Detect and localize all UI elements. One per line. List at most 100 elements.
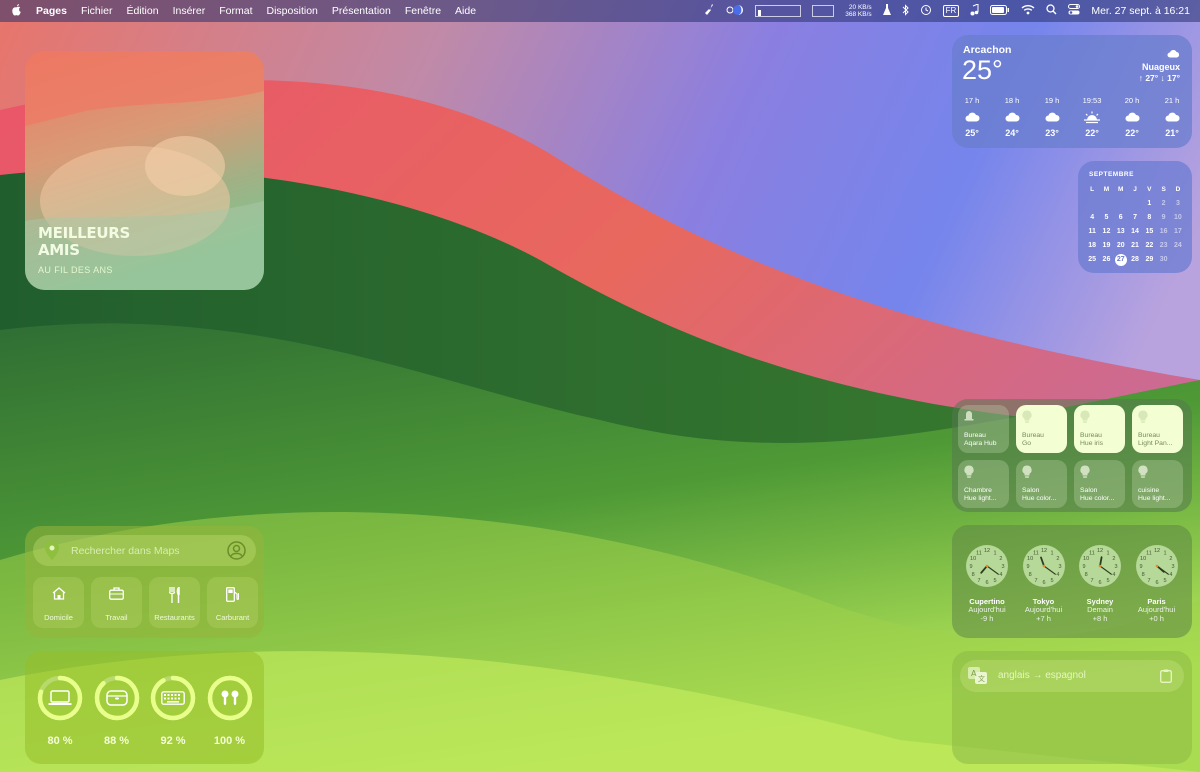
svg-text:4: 4: [1169, 572, 1172, 578]
home-accessory-tile[interactable]: Chambre Hue light...: [958, 460, 1009, 508]
calendar-day[interactable]: 21: [1128, 239, 1142, 253]
svg-text:12: 12: [1153, 548, 1159, 554]
calendar-day[interactable]: 23: [1156, 239, 1170, 253]
calendar-today[interactable]: 27: [1114, 254, 1127, 266]
control-center-icon[interactable]: [1068, 4, 1081, 18]
memory-meter-icon[interactable]: [812, 5, 835, 17]
menu-clock[interactable]: Mer. 27 sept. à 16:21: [1091, 5, 1190, 17]
maps-shortcut-label: Travail: [105, 613, 128, 622]
calendar-day[interactable]: 25: [1085, 253, 1099, 267]
calendar-day[interactable]: 22: [1142, 239, 1156, 253]
calendar-day[interactable]: 28: [1128, 253, 1142, 267]
calendar-day[interactable]: 8: [1142, 211, 1156, 225]
music-note-icon[interactable]: [970, 2, 979, 19]
calendar-day[interactable]: 20: [1114, 239, 1128, 253]
menu-edition[interactable]: Édition: [126, 5, 158, 17]
calendar-day[interactable]: 5: [1099, 211, 1113, 225]
calendar-widget[interactable]: SEPTEMBRE L M M J V S D 1 2 3 4 5 6 7 8 9 10 11 12 13 14 15 16…: [1078, 161, 1192, 273]
calendar-day[interactable]: 13: [1114, 225, 1128, 239]
calendar-day[interactable]: 10: [1171, 211, 1185, 225]
home-accessory-tile[interactable]: Bureau Hue iris: [1074, 405, 1125, 453]
world-clock-item[interactable]: 1 2 3 4 5 6 7 8 9 10 11 12 Tokyo Aujourd'hui +7 h: [1020, 544, 1068, 623]
broom-icon[interactable]: [705, 3, 715, 19]
svg-text:8: 8: [972, 572, 975, 578]
home-accessory-tile[interactable]: Salon Hue color...: [1016, 460, 1067, 508]
wifi-icon[interactable]: [1021, 4, 1035, 18]
calendar-weekday: S: [1161, 186, 1166, 193]
translate-widget[interactable]: A文 anglais → espagnol: [952, 651, 1192, 764]
world-clock-item[interactable]: 1 2 3 4 5 6 7 8 9 10 11 12 Paris Aujourd'hui +0 h: [1133, 544, 1181, 623]
maps-shortcut-button[interactable]: Carburant: [207, 577, 258, 628]
calendar-day[interactable]: 17: [1171, 225, 1185, 239]
calendar-day[interactable]: 15: [1142, 225, 1156, 239]
spotlight-search-icon[interactable]: [1046, 4, 1057, 18]
menu-presentation[interactable]: Présentation: [332, 5, 391, 17]
calendar-day[interactable]: 2: [1156, 197, 1170, 211]
moon-status-icon[interactable]: [726, 4, 744, 19]
calendar-day[interactable]: 19: [1099, 239, 1113, 253]
maps-shortcut-label: Domicile: [44, 613, 73, 622]
world-clock-item[interactable]: 1 2 3 4 5 6 7 8 9 10 11 12 Cupertino Aujourd'hui -9 h: [963, 544, 1011, 623]
home-accessory-tile[interactable]: Bureau Aqara Hub: [958, 405, 1009, 453]
calendar-day[interactable]: 14: [1128, 225, 1142, 239]
maps-shortcut-button[interactable]: Travail: [91, 577, 142, 628]
svg-text:11: 11: [1089, 550, 1095, 556]
maps-shortcut-button[interactable]: Domicile: [33, 577, 84, 628]
menu-format[interactable]: Format: [219, 5, 252, 17]
calendar-day[interactable]: 16: [1156, 225, 1170, 239]
home-accessories-widget[interactable]: Bureau Aqara Hub Bureau Go Bureau Hue iris Bur…: [952, 399, 1192, 512]
world-clock-offset: +7 h: [1036, 613, 1051, 623]
time-machine-icon[interactable]: [920, 4, 932, 19]
weather-widget[interactable]: Arcachon 25° Nuageux ↑ 27° ↓ 17° 17 h 25°…: [952, 35, 1192, 148]
batteries-widget[interactable]: 80 % 88 % 92 % 100 %: [25, 651, 264, 764]
menu-fichier[interactable]: Fichier: [81, 5, 113, 17]
maps-widget[interactable]: Rechercher dans Maps Domicile Travail Rest…: [25, 526, 264, 638]
account-icon[interactable]: [227, 541, 246, 565]
calendar-day[interactable]: 4: [1085, 211, 1099, 225]
svg-text:8: 8: [1028, 572, 1031, 578]
calendar-day[interactable]: 18: [1085, 239, 1099, 253]
home-accessory-tile[interactable]: Bureau Light Pan...: [1132, 405, 1183, 453]
calendar-day[interactable]: 29: [1142, 253, 1156, 267]
clipboard-icon[interactable]: [1160, 669, 1172, 688]
calendar-day[interactable]: 3: [1171, 197, 1185, 211]
calendar-day[interactable]: 1: [1142, 197, 1156, 211]
world-clock-widget[interactable]: 1 2 3 4 5 6 7 8 9 10 11 12 Cupertino Aujourd'hui -9 h1…: [952, 525, 1192, 638]
photos-widget[interactable]: MEILLEURS AMIS AU FIL DES ANS: [25, 51, 264, 290]
home-accessory-tile[interactable]: Salon Hue color...: [1074, 460, 1125, 508]
svg-text:1: 1: [1050, 550, 1053, 556]
svg-text:文: 文: [978, 674, 985, 683]
maps-shortcut-button[interactable]: Restaurants: [149, 577, 200, 628]
apple-icon[interactable]: [12, 3, 22, 19]
cpu-meter-icon[interactable]: [755, 5, 802, 17]
calendar-day[interactable]: 24: [1171, 239, 1185, 253]
battery-icon[interactable]: [990, 4, 1010, 18]
airpods-icon: [205, 673, 255, 723]
calendar-day[interactable]: 26: [1099, 253, 1113, 267]
menu-aide[interactable]: Aide: [455, 5, 476, 17]
calendar-day[interactable]: 12: [1099, 225, 1113, 239]
cloud-icon: [952, 107, 992, 127]
network-speed[interactable]: 20 KB/s 368 KB/s: [845, 4, 871, 18]
photo-title: MEILLEURS AMIS: [38, 224, 130, 259]
flask-icon[interactable]: [882, 3, 891, 19]
menu-app-name[interactable]: Pages: [36, 5, 67, 17]
calendar-day[interactable]: 6: [1114, 211, 1128, 225]
calendar-day[interactable]: 7: [1128, 211, 1142, 225]
world-clock-item[interactable]: 1 2 3 4 5 6 7 8 9 10 11 12 Sydney Demain +8 h: [1076, 544, 1124, 623]
menu-inserer[interactable]: Insérer: [173, 5, 206, 17]
bluetooth-icon[interactable]: [902, 3, 909, 19]
battery-level-ring: [35, 673, 85, 728]
translate-bar[interactable]: A文 anglais → espagnol: [960, 660, 1184, 692]
calendar-day[interactable]: 11: [1085, 225, 1099, 239]
calendar-day[interactable]: 9: [1156, 211, 1170, 225]
cloud-icon: [1167, 45, 1180, 63]
calendar-day[interactable]: 30: [1156, 253, 1170, 267]
maps-search-input[interactable]: Rechercher dans Maps: [33, 535, 256, 566]
home-accessory-tile[interactable]: Bureau Go: [1016, 405, 1067, 453]
menu-fenetre[interactable]: Fenêtre: [405, 5, 441, 17]
input-source-badge[interactable]: FR: [942, 5, 960, 17]
svg-text:3: 3: [1114, 564, 1117, 570]
home-accessory-tile[interactable]: cuisine Hue light...: [1132, 460, 1183, 508]
menu-disposition[interactable]: Disposition: [267, 5, 318, 17]
